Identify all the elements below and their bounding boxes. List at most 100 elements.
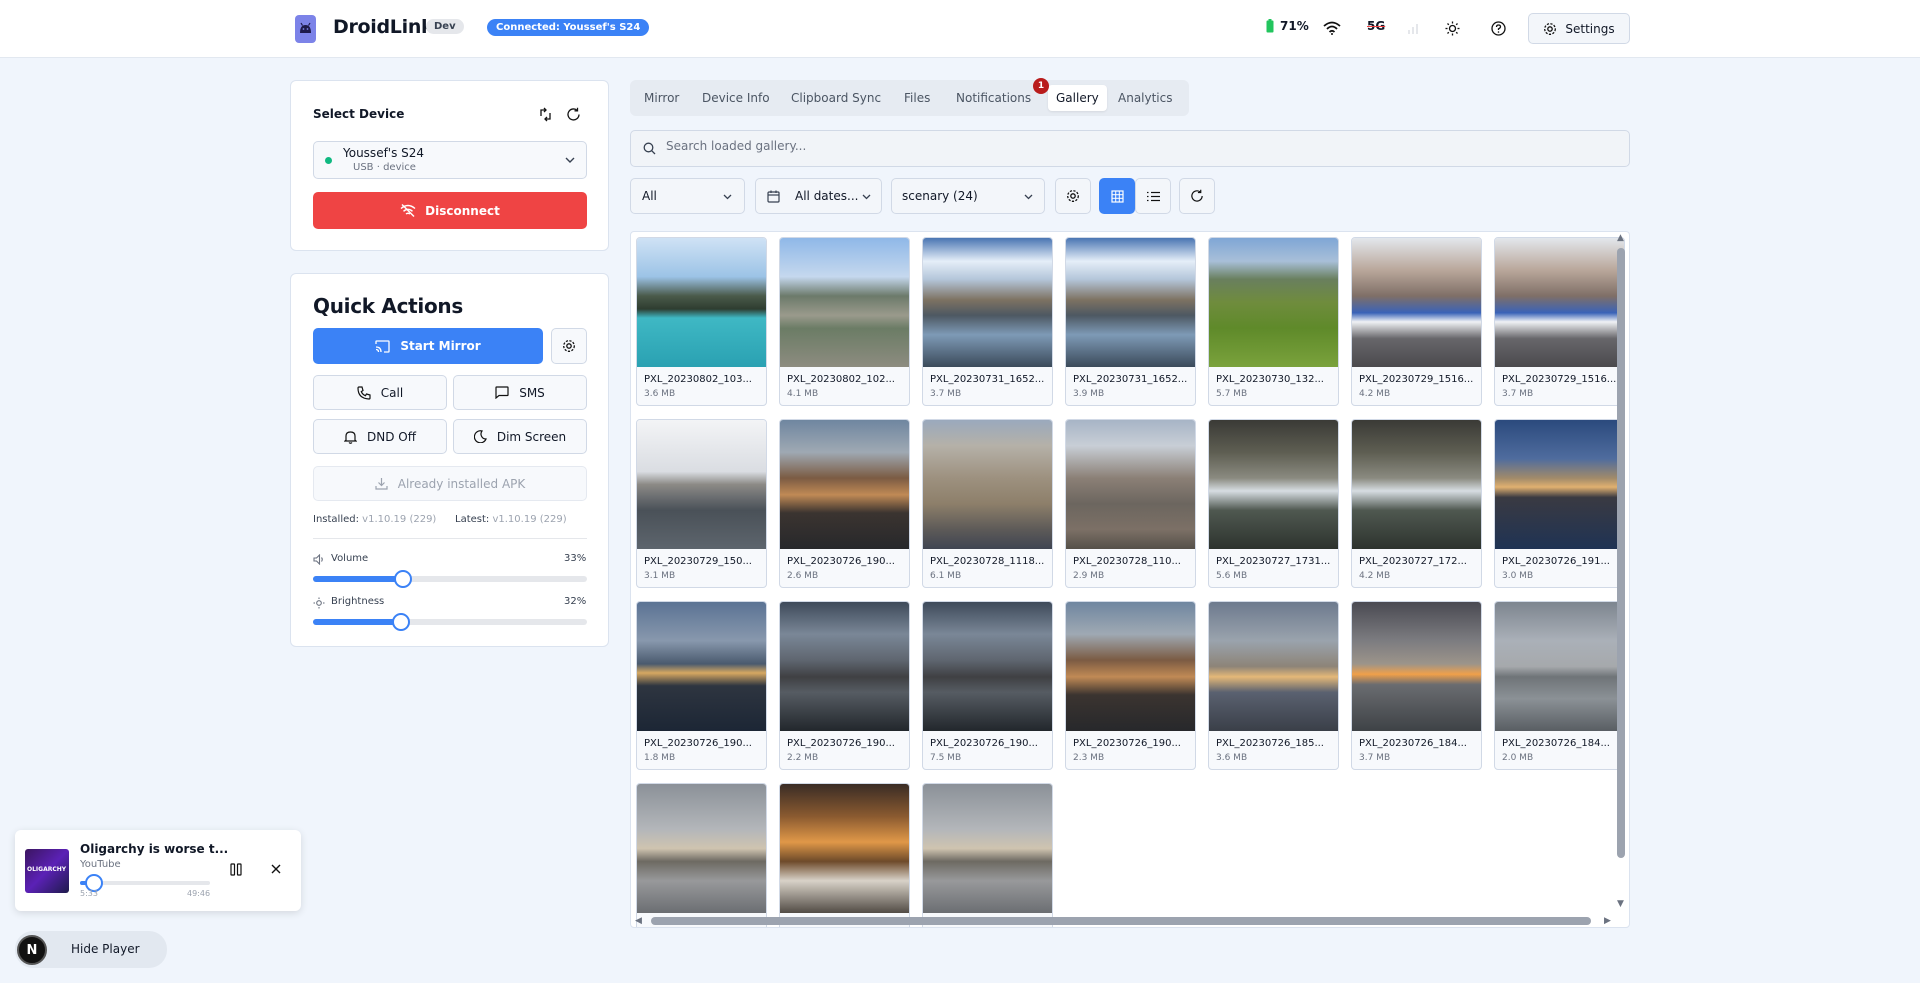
type-filter-select[interactable]: All <box>630 178 745 214</box>
refresh-icon[interactable] <box>566 107 581 122</box>
settings-button[interactable]: Settings <box>1528 13 1630 44</box>
gallery-item[interactable]: PXL_20230726_190... 2.6 MB <box>779 419 910 588</box>
dim-screen-button[interactable]: Dim Screen <box>453 419 587 454</box>
reload-gallery-button[interactable] <box>1179 178 1215 214</box>
tab-gallery[interactable]: Gallery <box>1048 85 1107 111</box>
gallery-item-filename: PXL_20230726_190... <box>787 556 895 567</box>
album-filter-select[interactable]: scenary (24) <box>891 178 1045 214</box>
gallery-item[interactable]: PXL_20230726_191... 3.0 MB <box>1494 419 1625 588</box>
search-icon <box>643 142 656 155</box>
gallery-item[interactable] <box>636 783 767 927</box>
gallery-item[interactable]: PXL_20230726_184... 3.7 MB <box>1351 601 1482 770</box>
gallery-thumbnail <box>1066 238 1195 367</box>
horizontal-scrollbar[interactable] <box>651 917 1591 925</box>
theme-toggle-icon[interactable] <box>1445 21 1460 36</box>
scroll-left-arrow-icon[interactable]: ◀ <box>635 917 642 926</box>
gallery-item[interactable]: PXL_20230726_190... 1.8 MB <box>636 601 767 770</box>
gallery-item[interactable]: PXL_20230729_1516... 3.7 MB <box>1494 237 1625 406</box>
gallery-thumbnail <box>1066 602 1195 731</box>
pause-icon[interactable] <box>230 863 242 876</box>
dim-screen-label: Dim Screen <box>496 429 567 444</box>
gallery-thumbnail <box>1352 238 1481 367</box>
gallery-item-filename: PXL_20230726_190... <box>1073 738 1181 749</box>
battery-indicator: 71% <box>1266 19 1309 33</box>
mirror-settings-button[interactable] <box>551 328 587 364</box>
start-mirror-button[interactable]: Start Mirror <box>313 328 543 364</box>
gallery-thumbnail <box>923 784 1052 913</box>
scroll-down-arrow-icon[interactable]: ▼ <box>1617 900 1624 909</box>
tab-mirror[interactable]: Mirror <box>636 85 687 111</box>
grid-view-button[interactable] <box>1099 178 1135 214</box>
gallery-item[interactable]: PXL_20230729_150... 3.1 MB <box>636 419 767 588</box>
volume-slider-fill <box>313 576 404 582</box>
volume-slider[interactable] <box>313 570 587 588</box>
gallery-item[interactable]: PXL_20230728_110... 2.9 MB <box>1065 419 1196 588</box>
gallery-item[interactable]: PXL_20230731_1652... 3.9 MB <box>1065 237 1196 406</box>
hide-player-button[interactable]: N Hide Player <box>15 931 167 968</box>
volume-slider-thumb[interactable] <box>394 570 413 588</box>
gallery-item[interactable]: PXL_20230727_172... 4.2 MB <box>1351 419 1482 588</box>
gallery-item-filename: PXL_20230726_191... <box>1502 556 1610 567</box>
tab-analytics[interactable]: Analytics <box>1110 85 1181 111</box>
brightness-value: 32% <box>564 596 587 607</box>
gallery-item[interactable]: PXL_20230802_102... 4.1 MB <box>779 237 910 406</box>
gallery-thumbnail <box>1209 420 1338 549</box>
gallery-item[interactable]: PXL_20230726_185... 3.6 MB <box>1208 601 1339 770</box>
help-icon[interactable] <box>1491 21 1506 36</box>
install-apk-button[interactable]: Already installed APK <box>313 466 587 501</box>
brightness-slider-thumb[interactable] <box>391 613 410 631</box>
tab-device-info[interactable]: Device Info <box>694 85 778 111</box>
gallery-item-size: 3.7 MB <box>1359 753 1391 763</box>
tab-notifications[interactable]: Notifications <box>948 85 1039 111</box>
gallery-item[interactable]: PXL_20230727_1731... 5.6 MB <box>1208 419 1339 588</box>
gallery-item[interactable]: PXL_20230726_190... 2.2 MB <box>779 601 910 770</box>
device-select[interactable]: Youssef's S24 USB · device <box>313 141 587 179</box>
vertical-scrollbar[interactable] <box>1617 248 1625 858</box>
quick-actions-card: Quick Actions Start Mirror Call SMS DND … <box>290 273 609 647</box>
media-duration: 49:46 <box>187 889 211 898</box>
gallery-item-size: 4.2 MB <box>1359 571 1391 581</box>
scroll-right-arrow-icon[interactable]: ▶ <box>1604 917 1611 926</box>
close-icon[interactable] <box>271 864 281 874</box>
media-title: Oligarchy is worse t... <box>80 842 229 856</box>
gallery-item[interactable]: PXL_20230731_1652... 3.7 MB <box>922 237 1053 406</box>
gallery-item[interactable]: PXL_20230730_132... 5.7 MB <box>1208 237 1339 406</box>
switch-device-icon[interactable] <box>538 107 553 122</box>
app-title: DroidLink <box>333 16 434 38</box>
gallery-item[interactable]: PXL_20230728_1118... 6.1 MB <box>922 419 1053 588</box>
scroll-up-arrow-icon[interactable]: ▲ <box>1617 234 1624 243</box>
call-button[interactable]: Call <box>313 375 447 410</box>
gear-icon <box>563 340 575 352</box>
dnd-label: DND Off <box>367 429 416 444</box>
user-avatar: N <box>17 935 47 965</box>
app-header: DroidLink Dev Connected: Youssef's S24 7… <box>0 0 1920 58</box>
device-name: Youssef's S24 <box>343 146 425 160</box>
hide-player-label: Hide Player <box>71 942 140 956</box>
tab-files[interactable]: Files <box>896 85 938 111</box>
gallery-item[interactable] <box>922 783 1053 927</box>
gallery-item[interactable]: PXL_20230726_190... 2.3 MB <box>1065 601 1196 770</box>
gallery-item-filename: PXL_20230731_1652... <box>930 374 1045 385</box>
bell-icon <box>344 430 357 444</box>
dnd-button[interactable]: DND Off <box>313 419 447 454</box>
network-type: 5G <box>1367 19 1386 33</box>
gallery-item[interactable]: PXL_20230726_184... 2.0 MB <box>1494 601 1625 770</box>
disconnect-button[interactable]: Disconnect <box>313 192 587 229</box>
gallery-search[interactable] <box>630 130 1630 167</box>
search-input[interactable] <box>666 139 1566 153</box>
gallery-item[interactable]: PXL_20230729_1516... 4.2 MB <box>1351 237 1482 406</box>
sms-button[interactable]: SMS <box>453 375 587 410</box>
list-view-button[interactable] <box>1135 178 1171 214</box>
date-filter-select[interactable]: All dates... <box>755 178 882 214</box>
tab-clipboard-sync[interactable]: Clipboard Sync <box>783 85 889 111</box>
gallery-item[interactable] <box>779 783 910 927</box>
gallery-settings-button[interactable] <box>1055 178 1091 214</box>
chevron-down-icon <box>862 194 871 200</box>
brightness-slider[interactable] <box>313 613 587 631</box>
gallery-thumbnail <box>637 784 766 913</box>
gallery-item-size: 3.7 MB <box>930 389 962 399</box>
gallery-item[interactable]: PXL_20230802_103... 3.6 MB <box>636 237 767 406</box>
gallery-item[interactable]: PXL_20230726_190... 7.5 MB <box>922 601 1053 770</box>
latest-version-value: v1.10.19 (229) <box>492 514 567 525</box>
media-progress[interactable] <box>80 874 210 892</box>
